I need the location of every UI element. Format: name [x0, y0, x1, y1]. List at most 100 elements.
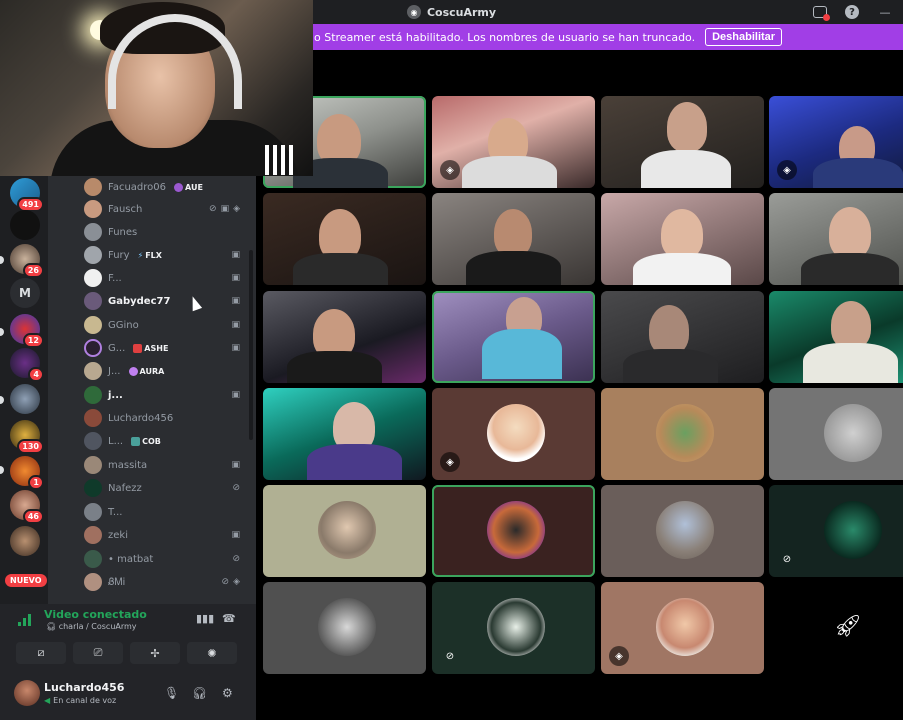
video-tile[interactable] [601, 96, 764, 188]
list-item[interactable]: ᏰᎷi ⊘ ◈ [84, 571, 248, 593]
list-item[interactable]: GGino ▣ [84, 314, 248, 336]
screen-share-button[interactable]: ⎚ [73, 642, 123, 664]
voice-member-list: Facuadro06 AUE Fausch ⊘ ▣ ◈ Funes Fury ⚡ FL… [48, 176, 256, 604]
server-icon-6[interactable]: 4 [10, 348, 44, 382]
avatar[interactable] [14, 680, 40, 706]
video-tile[interactable]: ◈ [769, 96, 903, 188]
member-tag-text: AUE [185, 182, 203, 192]
server-icon-9[interactable]: 1 [10, 456, 44, 490]
list-item[interactable]: massita ▣ [84, 454, 248, 476]
video-tile[interactable] [263, 388, 426, 480]
inbox-icon[interactable] [813, 6, 830, 21]
list-item[interactable]: Funes [84, 221, 248, 243]
member-list-scrollbar[interactable] [249, 250, 253, 440]
avatar [84, 386, 102, 404]
server-pill [0, 466, 4, 474]
soundboard-button[interactable]: ✺ [187, 642, 237, 664]
video-tile[interactable]: ◈ [432, 96, 595, 188]
list-item[interactable]: j... ▣ [84, 384, 248, 406]
list-item[interactable]: Facuadro06 AUE [84, 176, 248, 198]
video-tile[interactable] [432, 485, 595, 577]
member-name: Nafezz [108, 482, 142, 494]
mic-off-icon: ⊘ [209, 204, 217, 214]
avatar [84, 362, 102, 380]
video-tile[interactable] [601, 485, 764, 577]
avatar [84, 178, 102, 196]
activities-button[interactable]: ✢ [130, 642, 180, 664]
participant-face [829, 207, 871, 259]
video-tile[interactable] [263, 485, 426, 577]
video-tile[interactable] [769, 388, 903, 480]
participant-body [293, 253, 388, 285]
video-tile[interactable]: ⊘ [769, 485, 903, 577]
list-item[interactable]: Fausch ⊘ ▣ ◈ [84, 198, 248, 220]
camera-off-button[interactable]: ⧄ [16, 642, 66, 664]
video-icon: ▣ [231, 250, 240, 260]
mention-badge: 26 [22, 263, 44, 278]
server-icon-2[interactable] [10, 210, 40, 240]
server-icon-letter[interactable]: M [10, 278, 40, 308]
server-icon-1[interactable]: 491 [10, 178, 44, 212]
list-item[interactable]: F... ▣ [84, 267, 248, 289]
list-item[interactable]: G... ASHE ▣ [84, 337, 248, 359]
minimize-icon[interactable]: — [877, 4, 893, 20]
video-tile[interactable]: ◈ [432, 388, 595, 480]
member-tag: ASHE [133, 343, 168, 353]
microphone-icon[interactable]: 🎙︎ [164, 686, 179, 700]
server-icon-8[interactable]: 130 [10, 420, 44, 454]
video-icon: ▣ [231, 460, 240, 470]
disconnect-icon[interactable]: ☎ [222, 612, 236, 625]
username[interactable]: Luchardo456 [44, 681, 124, 694]
video-tile[interactable] [769, 291, 903, 383]
server-icon-7[interactable] [10, 384, 40, 414]
avatar [84, 550, 102, 568]
video-tile[interactable] [263, 291, 426, 383]
list-item[interactable]: • matbat ⊘ [84, 548, 248, 570]
member-name: j... [108, 389, 123, 401]
camera-off-icon: ⧄ [37, 646, 45, 659]
settings-gear-icon[interactable]: ⚙ [222, 686, 233, 700]
list-item[interactable]: T... [84, 501, 248, 523]
voice-channel[interactable]: 🎧︎ charla / CoscuArmy [46, 622, 137, 631]
member-status-icons: ▣ [231, 273, 240, 283]
invite-activity-icon[interactable]: 🚀︎ [834, 614, 862, 639]
signal-icon[interactable] [18, 614, 32, 626]
list-item[interactable]: Gabydec77 ▣ [84, 290, 248, 312]
noise-suppression-icon[interactable]: ▮▮▮ [196, 612, 214, 625]
video-tile[interactable] [601, 291, 764, 383]
server-icon-10[interactable]: 46 [10, 490, 44, 524]
server-icon-3[interactable]: 26 [10, 244, 44, 278]
voice-status[interactable]: Video conectado [44, 608, 147, 621]
avatar [318, 501, 376, 559]
list-item[interactable]: Luchardo456 [84, 407, 248, 429]
server-icon-11[interactable] [10, 526, 40, 556]
video-tile[interactable] [263, 193, 426, 285]
user-status-text: En canal de voz [53, 696, 117, 705]
list-item[interactable]: L... COB [84, 430, 248, 452]
headphones-icon[interactable]: 🎧︎ [192, 686, 207, 700]
video-tile[interactable] [432, 291, 595, 383]
video-tile[interactable] [263, 582, 426, 674]
mention-badge: 12 [22, 333, 44, 348]
video-tile[interactable] [432, 193, 595, 285]
disable-streamer-button[interactable]: Deshabilitar [705, 28, 783, 46]
list-item[interactable]: Fury ⚡ FLX ▣ [84, 244, 248, 266]
voice-connection-panel: Video conectado 🎧︎ charla / CoscuArmy ▮▮… [0, 604, 256, 672]
avatar [84, 526, 102, 544]
help-icon[interactable]: ? [845, 5, 859, 19]
video-tile[interactable] [601, 388, 764, 480]
video-tile[interactable] [769, 193, 903, 285]
list-item[interactable]: J... AURA [84, 360, 248, 382]
list-item[interactable]: zeki ▣ [84, 524, 248, 546]
video-tile[interactable]: ◈ [601, 582, 764, 674]
video-tile[interactable]: ⊘ [432, 582, 595, 674]
participant-body [462, 156, 557, 188]
avatar [84, 409, 102, 427]
video-tile[interactable] [601, 193, 764, 285]
mic-off-icon: ⊘ [445, 650, 455, 662]
server-icon-5[interactable]: 12 [10, 314, 44, 348]
screen-share-icon: ◈ [440, 452, 460, 472]
list-item[interactable]: Nafezz ⊘ [84, 477, 248, 499]
new-badge[interactable]: NUEVO [5, 574, 47, 587]
member-status-icons: ▣ [231, 296, 240, 306]
